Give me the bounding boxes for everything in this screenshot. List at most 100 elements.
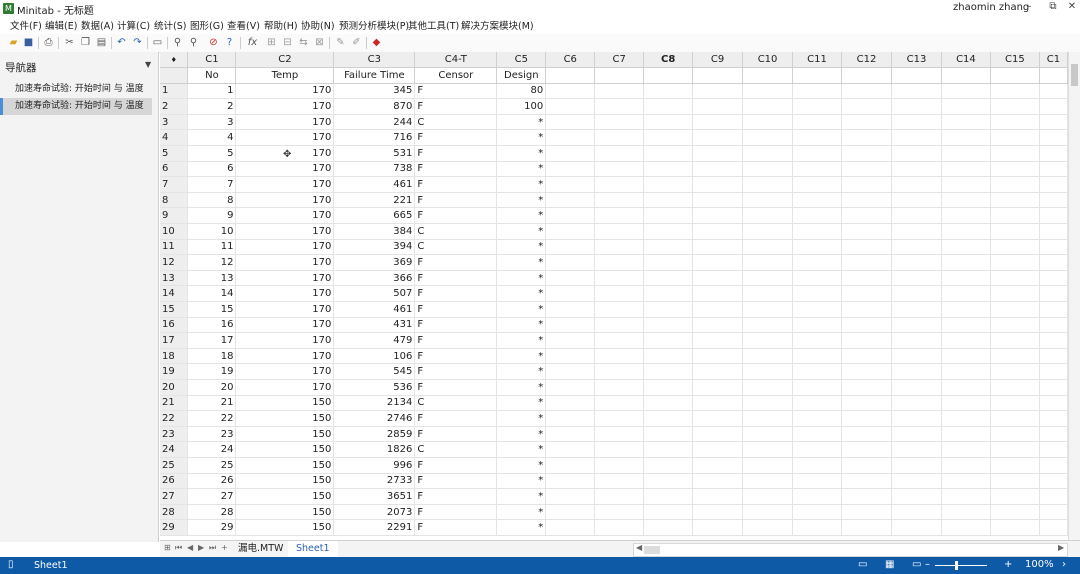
data-cell[interactable] — [545, 426, 596, 443]
data-cell[interactable] — [891, 504, 942, 521]
menu-graph[interactable]: 图形(G) — [190, 18, 224, 32]
horizontal-scrollbar[interactable] — [633, 543, 1068, 557]
data-cell[interactable] — [841, 207, 892, 225]
data-cell[interactable] — [1039, 363, 1068, 380]
data-cell[interactable] — [792, 270, 843, 287]
row-number[interactable]: 5 — [160, 145, 189, 162]
data-cell[interactable] — [594, 223, 645, 240]
data-cell[interactable]: 2291 — [333, 519, 416, 536]
worksheet-view-icon[interactable]: ▦ — [885, 559, 894, 570]
data-cell[interactable] — [742, 379, 794, 396]
data-cell[interactable] — [594, 441, 645, 458]
data-cell[interactable]: * — [496, 114, 547, 131]
column-id-header[interactable]: C3 — [333, 52, 416, 69]
data-cell[interactable] — [643, 410, 694, 427]
data-cell[interactable]: 170 — [235, 114, 335, 131]
data-cell[interactable] — [692, 207, 744, 225]
brush-icon[interactable]: ✎ — [334, 36, 347, 49]
data-cell[interactable]: 431 — [333, 317, 416, 334]
data-cell[interactable]: 9 — [187, 207, 237, 225]
data-cell[interactable] — [941, 207, 991, 225]
data-cell[interactable]: 996 — [333, 457, 416, 474]
data-cell[interactable]: 16 — [187, 317, 237, 334]
data-cell[interactable] — [594, 98, 645, 115]
data-cell[interactable] — [742, 426, 794, 443]
data-cell[interactable]: * — [496, 426, 547, 443]
data-cell[interactable] — [792, 332, 843, 349]
menu-stat[interactable]: 统计(S) — [154, 18, 186, 32]
next-sheet-icon[interactable]: ▶ — [198, 543, 204, 552]
first-sheet-icon[interactable]: ⏮ — [175, 543, 182, 553]
data-cell[interactable] — [692, 363, 744, 380]
data-cell[interactable] — [742, 129, 794, 147]
data-cell[interactable]: 665 — [333, 207, 416, 225]
data-cell[interactable] — [545, 504, 596, 521]
data-cell[interactable] — [643, 192, 694, 209]
column-id-header[interactable]: C1 — [187, 52, 237, 69]
vertical-scroll-thumb[interactable] — [1071, 64, 1078, 86]
data-cell[interactable] — [891, 473, 942, 490]
data-cell[interactable]: 23 — [187, 426, 237, 443]
data-cell[interactable] — [742, 348, 794, 365]
column-name-cell[interactable]: No — [187, 67, 237, 84]
save-icon[interactable]: ■ — [22, 36, 35, 49]
row-number[interactable]: 14 — [160, 285, 189, 302]
data-cell[interactable] — [792, 207, 843, 225]
data-cell[interactable] — [990, 114, 1040, 131]
data-cell[interactable] — [643, 129, 694, 147]
data-cell[interactable]: F — [414, 161, 498, 178]
data-cell[interactable]: 14 — [187, 285, 237, 302]
data-cell[interactable]: F — [414, 176, 498, 193]
data-cell[interactable] — [891, 317, 942, 334]
data-cell[interactable]: * — [496, 488, 547, 505]
data-cell[interactable]: 170 — [235, 98, 335, 115]
data-cell[interactable] — [841, 348, 892, 365]
data-cell[interactable] — [692, 410, 744, 427]
data-cell[interactable] — [643, 83, 694, 100]
data-cell[interactable]: F — [414, 270, 498, 287]
data-cell[interactable] — [594, 83, 645, 100]
expand-icon[interactable]: › — [1062, 559, 1066, 570]
data-cell[interactable]: 150 — [235, 426, 335, 443]
data-cell[interactable] — [941, 192, 991, 209]
data-cell[interactable] — [841, 410, 892, 427]
data-cell[interactable] — [594, 519, 645, 536]
data-cell[interactable]: * — [496, 441, 547, 458]
data-cell[interactable] — [941, 504, 991, 521]
data-cell[interactable] — [1039, 207, 1068, 225]
data-cell[interactable]: * — [496, 519, 547, 536]
help-icon[interactable]: ? — [223, 36, 236, 49]
data-cell[interactable] — [891, 519, 942, 536]
data-cell[interactable] — [941, 519, 991, 536]
data-cell[interactable]: 150 — [235, 395, 335, 412]
data-cell[interactable] — [891, 426, 942, 443]
data-cell[interactable] — [1039, 426, 1068, 443]
data-cell[interactable] — [891, 145, 942, 162]
data-cell[interactable] — [792, 379, 843, 396]
data-cell[interactable] — [1039, 519, 1068, 536]
data-cell[interactable] — [643, 379, 694, 396]
data-cell[interactable] — [545, 410, 596, 427]
data-cell[interactable]: * — [496, 161, 547, 178]
data-cell[interactable] — [841, 395, 892, 412]
column-name-cell[interactable] — [891, 67, 942, 84]
data-cell[interactable] — [841, 239, 892, 256]
data-cell[interactable]: 2 — [187, 98, 237, 115]
data-cell[interactable] — [594, 270, 645, 287]
data-cell[interactable] — [990, 332, 1040, 349]
data-cell[interactable] — [792, 301, 843, 318]
column-id-header[interactable]: C15 — [990, 52, 1040, 69]
data-cell[interactable] — [841, 473, 892, 490]
data-cell[interactable] — [792, 223, 843, 240]
column-name-cell[interactable] — [792, 67, 843, 84]
data-cell[interactable] — [891, 301, 942, 318]
data-cell[interactable]: 2859 — [333, 426, 416, 443]
data-cell[interactable]: 507 — [333, 285, 416, 302]
data-cell[interactable] — [692, 395, 744, 412]
row-number[interactable]: 6 — [160, 161, 189, 178]
data-cell[interactable] — [990, 317, 1040, 334]
menu-predictive[interactable]: 预测分析模块(P) — [339, 18, 409, 32]
data-cell[interactable] — [692, 332, 744, 349]
data-cell[interactable] — [594, 363, 645, 380]
data-cell[interactable] — [1039, 114, 1068, 131]
